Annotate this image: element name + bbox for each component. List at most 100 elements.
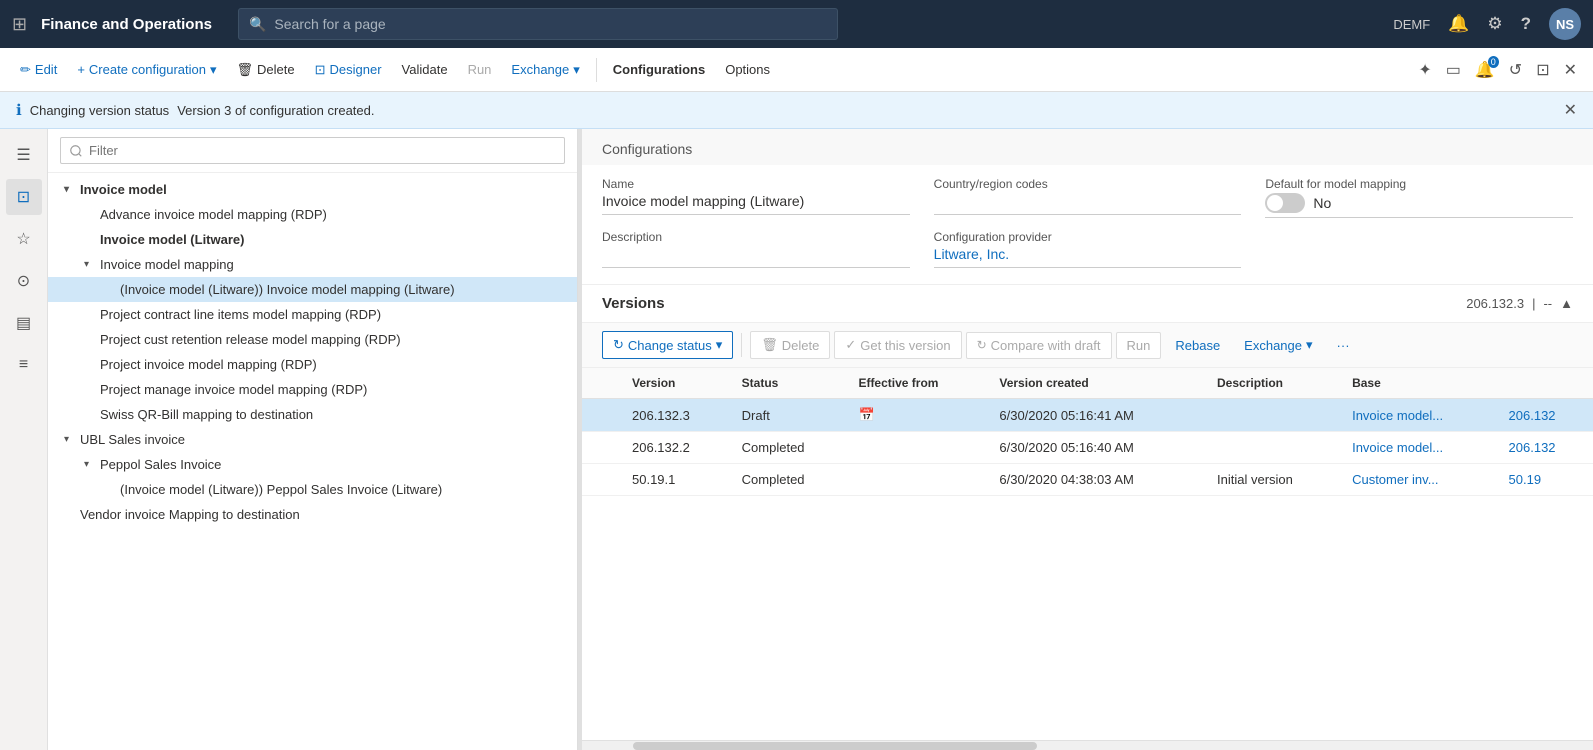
change-status-button[interactable]: ↻ Change status ▾ [602,331,733,359]
tree-item[interactable]: ▾UBL Sales invoice [48,427,577,452]
tree-chevron: ▾ [84,459,96,470]
toolbar-right: ✦ ▭ 🔔0 ↺ ⊡ ✕ [1414,56,1581,84]
bell-icon[interactable]: 🔔 [1448,14,1469,34]
col-r [582,368,622,399]
versions-delete-button[interactable]: 🗑 Delete [750,331,830,359]
exchange-button[interactable]: Exchange ▾ [503,57,587,83]
tree-item[interactable]: Invoice model (Litware) [48,227,577,252]
rebase-button[interactable]: Rebase [1165,333,1230,358]
tree-item[interactable]: Vendor invoice Mapping to destination [48,502,577,527]
tree-item-label: Swiss QR-Bill mapping to destination [100,407,313,422]
col-effective-from: Effective from [848,368,989,399]
panel-icon[interactable]: ▭ [1442,56,1465,84]
tree-item[interactable]: (Invoice model (Litware)) Peppol Sales I… [48,477,577,502]
get-version-icon: ✓ [845,337,856,353]
cell-version: 206.132.2 [622,432,732,464]
versions-exchange-button[interactable]: Exchange ▾ [1234,332,1322,358]
tree-filter-input[interactable] [60,137,565,164]
notification-close-button[interactable]: ✕ [1564,100,1577,120]
tree-item-label: Invoice model mapping [100,257,234,272]
country-label: Country/region codes [934,177,1242,191]
tree-panel: ▾Invoice modelAdvance invoice model mapp… [48,129,578,750]
sidebar-list-icon[interactable]: ≡ [6,347,42,383]
versions-run-button[interactable]: Run [1116,332,1162,359]
trash-icon: 🗑 [237,62,254,78]
tree-item[interactable]: (Invoice model (Litware)) Invoice model … [48,277,577,302]
horizontal-scrollbar[interactable] [582,740,1593,750]
help-icon[interactable]: ? [1521,14,1531,34]
nav-up-icon[interactable]: ▲ [1560,296,1573,311]
cell-status: Completed [732,432,849,464]
col-description: Description [1207,368,1342,399]
designer-button[interactable]: ⊡ Designer [307,57,390,83]
options-button[interactable]: Options [717,57,778,82]
country-value [934,193,1242,215]
sidebar-icons: ☰ ⊡ ☆ ⊙ ▤ ≡ [0,129,48,750]
chevron-down-icon: ▾ [210,62,217,78]
table-row[interactable]: 206.132.3Draft📅6/30/2020 05:16:41 AMInvo… [582,399,1593,432]
configurations-button[interactable]: Configurations [605,57,713,82]
tree-item[interactable]: Swiss QR-Bill mapping to destination [48,402,577,427]
tree-item-label: Project cust retention release model map… [100,332,401,347]
grid-icon[interactable]: ⊞ [12,14,27,35]
table-header-row: Version Status Effective from Version cr… [582,368,1593,399]
tree-item[interactable]: Advance invoice model mapping (RDP) [48,202,577,227]
more-button[interactable]: ··· [1327,333,1360,358]
restore-icon[interactable]: ⊡ [1532,56,1553,84]
v-separator-1 [741,333,742,357]
edit-button[interactable]: ✏ Edit [12,57,65,83]
tree-item[interactable]: Project invoice model mapping (RDP) [48,352,577,377]
create-configuration-button[interactable]: + Create configuration ▾ [69,57,224,83]
pin-icon[interactable]: ✦ [1414,56,1435,84]
main-toolbar: ✏ Edit + Create configuration ▾ 🗑 Delete… [0,48,1593,92]
tree-item[interactable]: Project contract line items model mappin… [48,302,577,327]
sidebar-star-icon[interactable]: ☆ [6,221,42,257]
sidebar-history-icon[interactable]: ⊙ [6,263,42,299]
provider-value[interactable]: Litware, Inc. [934,246,1242,268]
tree-filter-area [48,129,577,173]
tree-chevron: ▾ [64,434,76,445]
default-mapping-value: No [1265,193,1573,218]
get-this-version-button[interactable]: ✓ Get this version [834,331,961,359]
versions-header: Versions 206.132.3 | -- ▲ [582,285,1593,323]
tree-item[interactable]: ▾Peppol Sales Invoice [48,452,577,477]
cell-version: 206.132.3 [622,399,732,432]
provider-label: Configuration provider [934,230,1242,244]
avatar[interactable]: NS [1549,8,1581,40]
tree-item-label: Project manage invoice model mapping (RD… [100,382,367,397]
default-mapping-field-group: Default for model mapping No [1265,177,1573,218]
tree-item[interactable]: Project manage invoice model mapping (RD… [48,377,577,402]
compare-with-draft-button[interactable]: ↻ Compare with draft [966,332,1112,359]
name-label: Name [602,177,910,191]
cell-base-version: 206.132 [1499,399,1593,432]
tree-item[interactable]: Project cust retention release model map… [48,327,577,352]
cell-effective-from [848,464,989,496]
meta-separator: | [1532,296,1535,311]
sidebar-menu-icon[interactable]: ☰ [6,137,42,173]
delete-button[interactable]: 🗑 Delete [229,57,303,83]
run-button[interactable]: Run [460,57,500,82]
scrollbar-thumb[interactable] [633,742,1037,750]
calendar-icon[interactable]: 📅 [858,407,874,422]
toggle-switch[interactable] [1265,193,1305,213]
sidebar-filter-icon[interactable]: ⊡ [6,179,42,215]
default-mapping-label: Default for model mapping [1265,177,1573,191]
validate-button[interactable]: Validate [394,57,456,82]
description-value [602,246,910,268]
version-display: 206.132.3 [1466,296,1524,311]
detail-panel: Configurations Name Invoice model mappin… [582,129,1593,750]
table-row[interactable]: 206.132.2Completed6/30/2020 05:16:40 AMI… [582,432,1593,464]
notification-badge-icon[interactable]: 🔔0 [1471,56,1499,84]
col-version: Version [622,368,732,399]
settings-icon[interactable]: ⚙ [1487,14,1502,34]
cell-r [582,399,622,432]
close-icon[interactable]: ✕ [1560,56,1581,84]
table-row[interactable]: 50.19.1Completed6/30/2020 04:38:03 AMIni… [582,464,1593,496]
notification-bar: ℹ Changing version status Version 3 of c… [0,92,1593,129]
cell-base: Invoice model... [1342,399,1498,432]
refresh-icon[interactable]: ↺ [1505,56,1526,84]
global-search[interactable]: 🔍 Search for a page [238,8,838,40]
sidebar-table-icon[interactable]: ▤ [6,305,42,341]
tree-item[interactable]: ▾Invoice model mapping [48,252,577,277]
tree-item[interactable]: ▾Invoice model [48,177,577,202]
